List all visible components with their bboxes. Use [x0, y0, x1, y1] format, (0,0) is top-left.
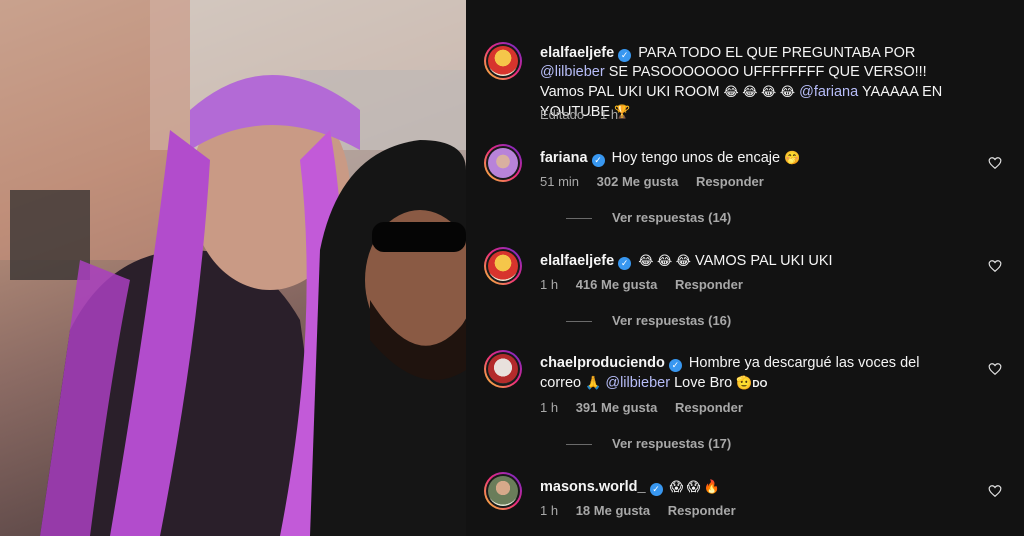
reply-button[interactable]: Responder: [675, 400, 743, 415]
photo-illustration: [0, 0, 466, 536]
view-replies-button[interactable]: Ver respuestas (14): [566, 210, 731, 225]
username[interactable]: elalfaeljefe: [540, 253, 614, 269]
username[interactable]: fariana: [540, 150, 588, 166]
heart-icon[interactable]: [988, 259, 1002, 273]
verified-badge-icon: ✓: [668, 359, 682, 372]
likes-count[interactable]: 391 Me gusta: [576, 400, 658, 415]
username[interactable]: masons.world_: [540, 479, 646, 495]
comment: elalfaeljefe ✓ 😂 😂 😂 VAMOS PAL UKI UKI 1 …: [484, 247, 1004, 347]
view-replies-button[interactable]: Ver respuestas (17): [566, 436, 731, 451]
reply-button[interactable]: Responder: [668, 503, 736, 518]
comments-panel: elalfaeljefe ✓ PARA TODO EL QUE PREGUNTAB…: [466, 0, 1024, 536]
heart-icon[interactable]: [988, 156, 1002, 170]
comment-meta: 51 min 302 Me gusta Responder: [540, 174, 778, 189]
likes-count[interactable]: 18 Me gusta: [576, 503, 650, 518]
post-meta: Editado · 1 h: [540, 107, 619, 122]
comment-text: fariana ✓ Hoy tengo unos de encaje 🤭: [540, 150, 801, 167]
comment-meta: 1 h 18 Me gusta Responder: [540, 503, 750, 518]
comment-text: chaelproduciendo ✓ Hombre ya descargué la…: [540, 355, 920, 391]
avatar[interactable]: [484, 247, 522, 285]
avatar[interactable]: [484, 144, 522, 182]
divider: [566, 321, 592, 323]
post-caption: elalfaeljefe ✓ PARA TODO EL QUE PREGUNTAB…: [484, 42, 1004, 132]
verified-badge-icon: ✓: [591, 154, 605, 167]
view-replies-button[interactable]: Ver respuestas (16): [566, 313, 731, 328]
comment: masons.world_ ✓ 😱 😱 🔥 1 h 18 Me gusta Res…: [484, 472, 1004, 532]
likes-count[interactable]: 302 Me gusta: [597, 174, 679, 189]
heart-icon[interactable]: [988, 362, 1002, 376]
heart-icon[interactable]: [988, 484, 1002, 498]
post-photo: [0, 0, 466, 536]
verified-badge-icon: ✓: [618, 257, 632, 270]
comment-text: masons.world_ ✓ 😱 😱 🔥: [540, 479, 721, 496]
mention-link[interactable]: @lilbieber: [605, 375, 670, 391]
avatar[interactable]: [484, 472, 522, 510]
reply-button[interactable]: Responder: [675, 277, 743, 292]
avatar[interactable]: [484, 42, 522, 80]
timestamp: 51 min: [540, 174, 580, 189]
mention-link[interactable]: @lilbieber: [540, 64, 605, 80]
comment-meta: 1 h 416 Me gusta Responder: [540, 277, 757, 292]
likes-count[interactable]: 416 Me gusta: [576, 277, 658, 292]
edited-label: Editado: [540, 107, 585, 122]
comment-meta: 1 h 391 Me gusta Responder: [540, 400, 757, 415]
reply-button[interactable]: Responder: [696, 174, 764, 189]
verified-badge-icon: ✓: [618, 49, 632, 62]
comment-text: elalfaeljefe ✓ 😂 😂 😂 VAMOS PAL UKI UKI: [540, 253, 833, 270]
mention-link[interactable]: @fariana: [799, 84, 858, 100]
username[interactable]: elalfaeljefe: [540, 45, 614, 61]
timestamp: 1 h: [540, 277, 559, 292]
divider: [566, 444, 592, 446]
emoji: 😂 😂 😂 😂: [723, 84, 796, 99]
avatar[interactable]: [484, 350, 522, 388]
divider: [566, 218, 592, 220]
username[interactable]: chaelproduciendo: [540, 355, 665, 371]
comment: chaelproduciendo ✓ Hombre ya descargué la…: [484, 350, 1004, 460]
timestamp: 1 h: [540, 503, 559, 518]
comment: fariana ✓ Hoy tengo unos de encaje 🤭 51 m…: [484, 144, 1004, 244]
timestamp: 1 h: [540, 400, 559, 415]
timestamp: 1 h: [600, 107, 619, 122]
verified-badge-icon: ✓: [649, 483, 663, 496]
